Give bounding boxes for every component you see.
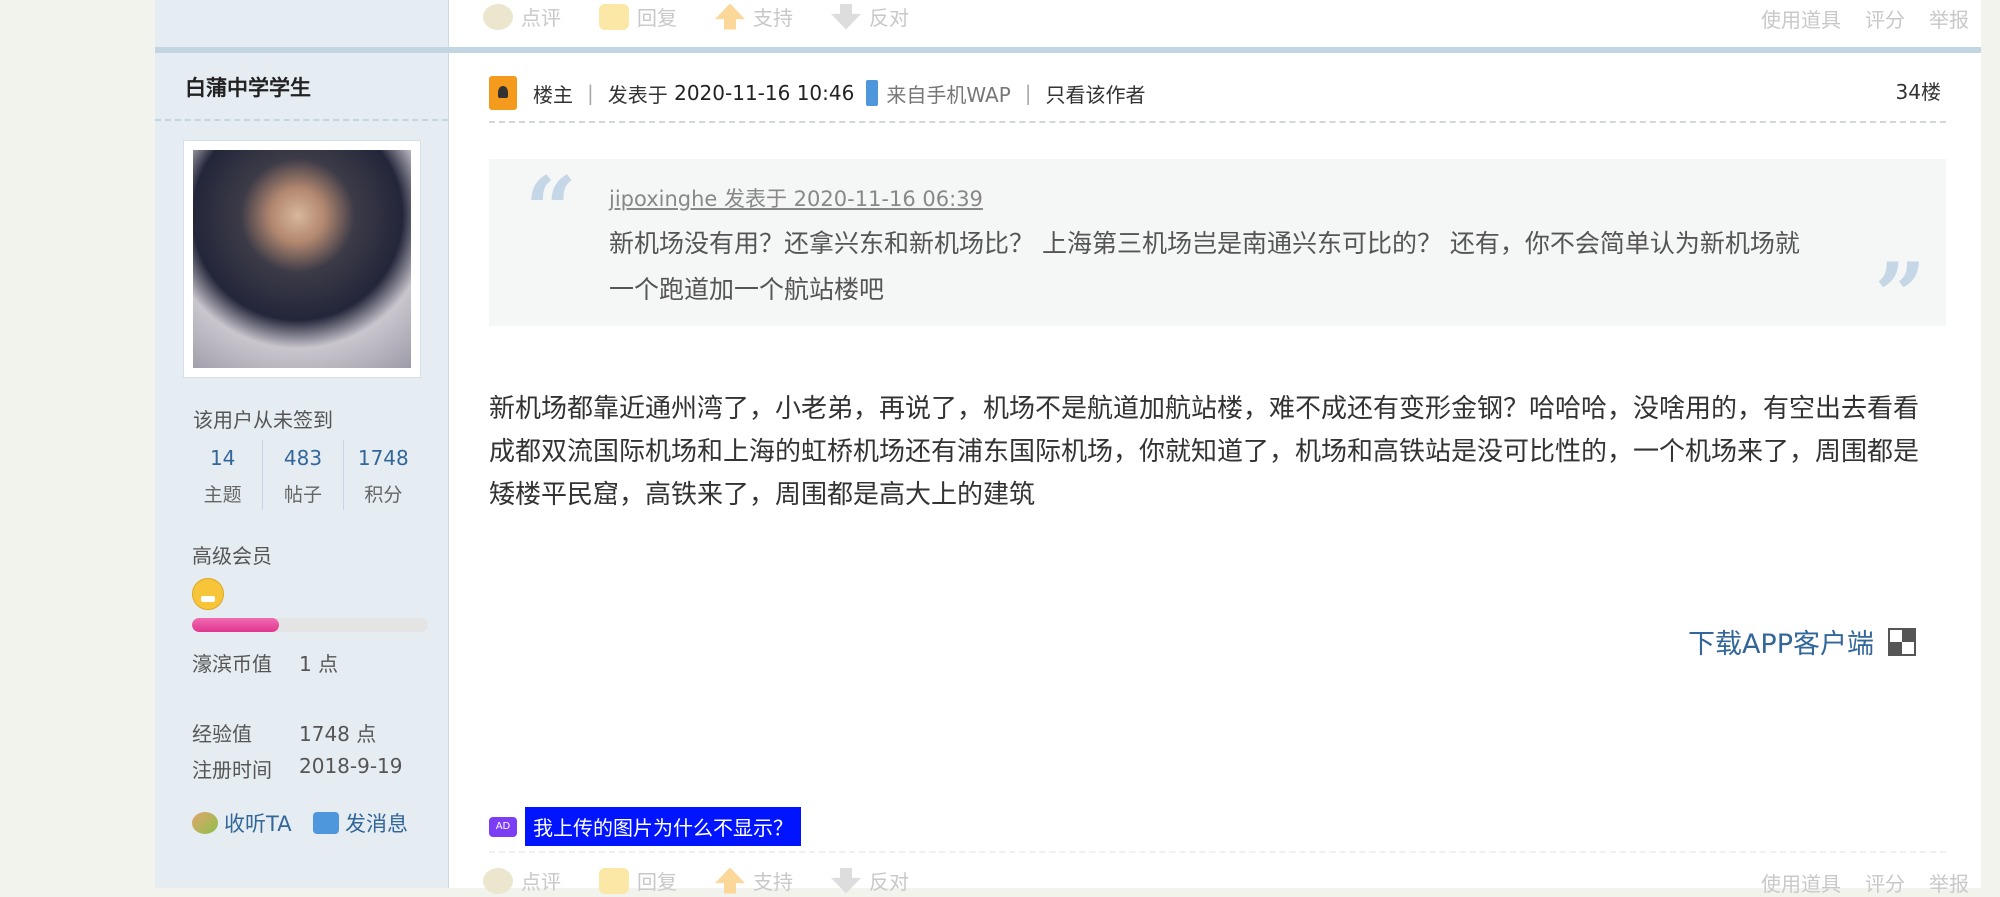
reply-label: 回复: [637, 6, 677, 30]
report-button[interactable]: 举报: [1929, 868, 1969, 897]
reply-icon: [599, 3, 629, 30]
oppose-label: 反对: [869, 870, 909, 894]
thumb-up-icon: [715, 3, 745, 30]
post-separator-bar: [155, 47, 1981, 53]
stat-topics[interactable]: 14 主题: [183, 440, 264, 510]
separator: |: [587, 81, 594, 105]
level-progress-bar: [192, 618, 428, 632]
oppose-label: 反对: [869, 6, 909, 30]
open-quote-icon: “: [525, 157, 577, 263]
posted-prefix: 发表于: [607, 82, 668, 107]
stat-posts-label: 帖子: [283, 484, 322, 506]
user-sidebar: 白蒲中学学生 该用户从未签到 14 主题 483 帖子 1748 积分 高级会员…: [155, 0, 449, 888]
comment-icon: [483, 867, 513, 894]
post-container: 白蒲中学学生 该用户从未签到 14 主题 483 帖子 1748 积分 高级会员…: [155, 0, 1981, 896]
divider: [155, 119, 448, 121]
ad-link[interactable]: AD 我上传的图片为什么不显示？: [489, 807, 801, 846]
owner-badge-icon: [489, 76, 517, 110]
support-button[interactable]: 支持: [715, 866, 793, 895]
coin-label: 濠滨币值: [192, 652, 272, 676]
only-author-link[interactable]: 只看该作者: [1046, 79, 1146, 108]
follow-icon: [192, 812, 218, 834]
comment-button[interactable]: 点评: [483, 2, 561, 31]
floor-number[interactable]: 34楼: [1896, 76, 1941, 105]
exp-label: 经验值: [192, 722, 252, 746]
tools-button[interactable]: 使用道具: [1761, 4, 1841, 33]
envelope-icon: [313, 812, 339, 834]
oppose-button[interactable]: 反对: [831, 866, 909, 895]
comment-button[interactable]: 点评: [483, 866, 561, 895]
exp-value: 1748 点: [299, 722, 377, 746]
avatar[interactable]: [193, 150, 411, 368]
close-quote-icon: ”: [1874, 243, 1926, 349]
author-name[interactable]: 白蒲中学学生: [185, 72, 311, 102]
separator: |: [1024, 81, 1032, 105]
report-button[interactable]: 举报: [1929, 4, 1969, 33]
owner-label: 楼主: [533, 82, 573, 107]
thumb-up-icon: [715, 867, 745, 894]
post-header: 楼主 | 发表于 2020-11-16 10:46 来自手机WAP | 只看该作…: [489, 76, 1146, 110]
level-smiley-icon: [192, 578, 224, 610]
quote-text: 新机场没有用？还拿兴东和新机场比？ 上海第三机场岂是南通兴东可比的？ 还有，你不…: [609, 229, 1800, 304]
support-button[interactable]: 支持: [715, 2, 793, 31]
reg-value: 2018-9-19: [299, 754, 403, 778]
avatar-frame[interactable]: [183, 140, 421, 378]
quote-block: “ jipoxinghe 发表于 2020-11-16 06:39 新机场没有用…: [489, 157, 1946, 341]
qr-code-icon: [1888, 627, 1916, 656]
post-main: 点评 回复 支持 反对 使用道具 评分 举报 楼主 | 发表于 2020-11-…: [449, 0, 1981, 896]
stat-points-count[interactable]: 1748: [344, 446, 423, 470]
reply-button[interactable]: 回复: [599, 866, 677, 895]
follow-label: 收听TA: [224, 812, 292, 836]
comment-label: 点评: [521, 6, 561, 30]
reply-label: 回复: [637, 870, 677, 894]
prev-post-actions: 点评 回复 支持 反对: [483, 2, 947, 31]
comment-label: 点评: [521, 870, 561, 894]
message-link[interactable]: 发消息: [313, 808, 408, 838]
post-source[interactable]: 来自手机WAP: [886, 79, 1010, 108]
divider: [489, 851, 1946, 853]
stat-topics-label: 主题: [203, 484, 242, 506]
support-label: 支持: [753, 870, 793, 894]
divider: [489, 121, 1946, 123]
checkin-status: 该用户从未签到: [193, 408, 333, 432]
phone-icon: [866, 80, 879, 106]
user-stats: 14 主题 483 帖子 1748 积分: [183, 440, 423, 510]
support-label: 支持: [753, 6, 793, 30]
stat-topics-count[interactable]: 14: [183, 446, 262, 470]
ad-icon: AD: [489, 816, 517, 837]
thumb-down-icon: [831, 3, 861, 30]
post-actions: 点评 回复 支持 反对: [483, 866, 947, 895]
rate-button[interactable]: 评分: [1865, 4, 1905, 33]
follow-link[interactable]: 收听TA: [192, 808, 292, 838]
quote-source-link[interactable]: jipoxinghe 发表于 2020-11-16 06:39: [609, 183, 983, 213]
reply-button[interactable]: 回复: [599, 2, 677, 31]
message-label: 发消息: [345, 812, 408, 836]
thumb-down-icon: [831, 867, 861, 894]
coin-value: 1 点: [299, 652, 339, 676]
stat-posts[interactable]: 483 帖子: [263, 440, 344, 510]
post-content: 新机场都靠近通州湾了，小老弟，再说了，机场不是航道加航站楼，难不成还有变形金钢？…: [489, 394, 1920, 510]
rate-button[interactable]: 评分: [1865, 868, 1905, 897]
reg-label: 注册时间: [192, 758, 272, 782]
tools-button[interactable]: 使用道具: [1761, 868, 1841, 897]
stat-points[interactable]: 1748 积分: [344, 440, 423, 510]
download-app-label: 下载APP客户端: [1687, 629, 1874, 660]
prev-post-tools: 使用道具 评分 举报: [1737, 4, 1969, 33]
download-app-link[interactable]: 下载APP客户端: [1688, 622, 1916, 661]
comment-icon: [483, 3, 513, 30]
posted-time: 2020-11-16 10:46: [674, 81, 855, 105]
level-progress-fill: [192, 618, 280, 632]
reply-icon: [599, 867, 629, 894]
ad-text[interactable]: 我上传的图片为什么不显示？: [525, 807, 801, 846]
post-tools: 使用道具 评分 举报: [1737, 868, 1969, 897]
oppose-button[interactable]: 反对: [831, 2, 909, 31]
stat-points-label: 积分: [364, 484, 403, 506]
stat-posts-count[interactable]: 483: [263, 446, 342, 470]
member-level[interactable]: 高级会员: [192, 540, 272, 569]
